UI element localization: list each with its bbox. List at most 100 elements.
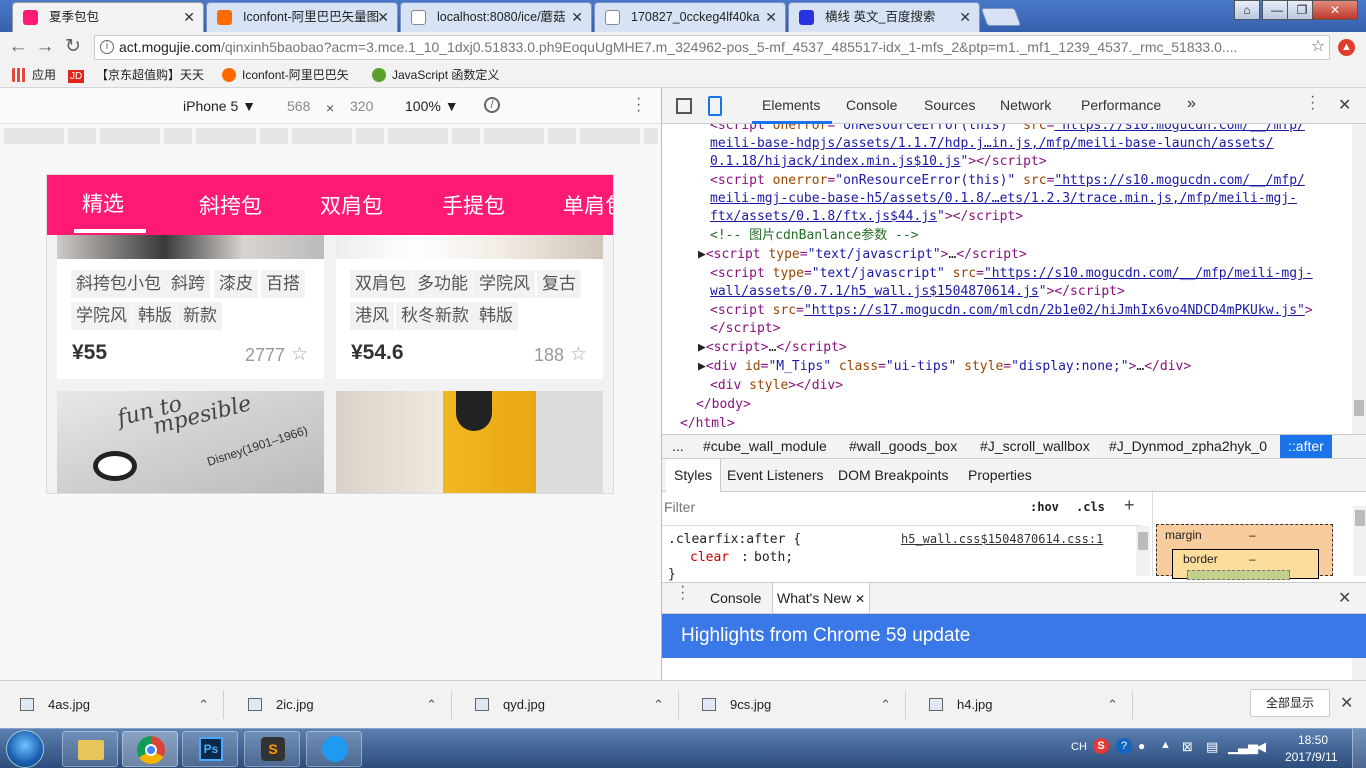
box-margin[interactable]: margin – border – xyxy=(1156,524,1333,580)
dom-line-collapsed[interactable]: ▶<div id="M_Tips" class="ui-tips" style=… xyxy=(698,357,1191,376)
device-width-input[interactable]: 568 xyxy=(287,98,310,114)
category-tab[interactable]: 单肩包 xyxy=(563,193,613,221)
device-toggle-icon[interactable] xyxy=(708,96,722,116)
close-window-button[interactable]: ✕ xyxy=(1312,0,1358,20)
photoshop-icon[interactable]: Ps xyxy=(182,731,238,767)
show-desktop-button[interactable] xyxy=(1352,729,1366,769)
devtools-menu-icon[interactable]: · · · xyxy=(1310,89,1315,117)
close-devtools-icon[interactable]: ✕ xyxy=(1338,95,1351,115)
breadcrumb-item[interactable]: #wall_goods_box xyxy=(849,438,957,454)
browser-tab[interactable]: localhost:8080/ice/蘑菇 ✕ xyxy=(400,2,592,32)
box-model-scrollbar[interactable] xyxy=(1353,506,1366,576)
chevron-up-icon[interactable]: ⌃ xyxy=(198,691,209,719)
tab-event-listeners[interactable]: Event Listeners xyxy=(727,467,824,483)
breadcrumb-item[interactable]: #cube_wall_module xyxy=(703,438,827,454)
clipboard-icon[interactable]: ▤ xyxy=(1206,739,1218,755)
breadcrumb-item-selected[interactable]: ::after xyxy=(1280,435,1332,458)
signal-icon[interactable]: ▁▃▅ xyxy=(1228,739,1258,755)
download-item[interactable]: 2ic.jpg ⌃ xyxy=(228,691,452,719)
download-item[interactable]: 9cs.jpg ⌃ xyxy=(682,691,906,719)
user-window-button[interactable]: ⌂ xyxy=(1234,0,1260,20)
close-tab-icon[interactable]: ✕ xyxy=(571,3,583,31)
dom-line[interactable]: <script onerror="onResourceError(this)" … xyxy=(710,171,1305,190)
rotate-icon[interactable]: / xyxy=(484,97,500,113)
chevron-up-icon[interactable]: ⌃ xyxy=(653,691,664,719)
bookmark-star-icon[interactable]: ☆ xyxy=(1306,36,1330,60)
media-query-bar[interactable] xyxy=(4,128,658,144)
file-explorer-icon[interactable] xyxy=(62,731,118,767)
product-image[interactable]: fun to mpesible Disney(1901–1966) xyxy=(57,391,324,493)
tab-dom-breakpoints[interactable]: DOM Breakpoints xyxy=(838,467,948,483)
zoom-select[interactable]: 100% ▼ xyxy=(405,98,459,114)
dom-line[interactable]: ftx/assets/0.1.8/ftx.js$44.js"></script> xyxy=(710,207,1023,226)
start-button[interactable] xyxy=(6,730,44,768)
reload-icon[interactable]: ↻ xyxy=(61,36,85,60)
more-tabs-icon[interactable]: » xyxy=(1187,95,1196,113)
drawer-tab-whats-new[interactable]: What's New ✕ xyxy=(772,583,871,613)
update-icon[interactable]: ▲ xyxy=(1338,39,1355,56)
show-all-downloads-button[interactable]: 全部显示 xyxy=(1250,689,1330,717)
close-tab-icon[interactable]: ✕ xyxy=(377,3,389,31)
breadcrumb-item[interactable]: #J_scroll_wallbox xyxy=(980,438,1090,454)
inspect-element-icon[interactable] xyxy=(676,98,692,114)
dom-line[interactable]: meili-base-hdpjs/assets/1.1.7/hdp.j…in.j… xyxy=(710,134,1274,153)
styles-scrollbar[interactable] xyxy=(1136,526,1150,576)
browser-tab[interactable]: Iconfont-阿里巴巴矢量图 ✕ xyxy=(206,2,398,32)
dom-line-collapsed[interactable]: ▶<script type="text/javascript">…</scrip… xyxy=(698,245,1027,264)
close-downloads-icon[interactable]: ✕ xyxy=(1340,693,1353,713)
browser-tab[interactable]: 横线 英文_百度搜索 ✕ xyxy=(788,2,980,32)
ime-indicator[interactable]: CH xyxy=(1071,741,1087,753)
device-select[interactable]: iPhone 5 ▼ xyxy=(183,98,256,114)
css-rule-selector[interactable]: .clearfix:after { xyxy=(668,532,801,547)
close-tab-icon[interactable]: ✕ xyxy=(959,3,971,31)
help-icon[interactable]: ? xyxy=(1116,738,1132,754)
css-source-link[interactable]: h5_wall.css$1504870614.css:1 xyxy=(901,532,1103,546)
breadcrumb-item[interactable]: ... xyxy=(672,438,684,454)
drawer-menu-icon[interactable]: · · · xyxy=(680,579,685,607)
download-item[interactable]: h4.jpg ⌃ xyxy=(909,691,1133,719)
chevron-up-icon[interactable]: ⌃ xyxy=(426,691,437,719)
tab-properties[interactable]: Properties xyxy=(968,467,1032,483)
category-tab[interactable]: 手提包 xyxy=(442,193,505,221)
elements-scrollbar[interactable] xyxy=(1352,124,1366,434)
dom-line[interactable]: <script src="https://s17.mogucdn.com/mlc… xyxy=(710,301,1313,320)
close-tab-icon[interactable]: ✕ xyxy=(765,3,777,31)
show-hidden-icons-icon[interactable]: ▲ xyxy=(1160,739,1171,751)
forward-icon[interactable]: → xyxy=(33,36,57,60)
dom-line[interactable]: meili-mgj-cube-base-h5/assets/0.1.8/…ets… xyxy=(710,189,1297,208)
device-height-input[interactable]: 320 xyxy=(350,98,373,114)
close-drawer-icon[interactable]: ✕ xyxy=(1338,588,1351,608)
chevron-up-icon[interactable]: ⌃ xyxy=(880,691,891,719)
tab-sources[interactable]: Sources xyxy=(924,97,975,113)
browser-tab[interactable]: 170827_0cckeg4lf40ka ✕ xyxy=(594,2,786,32)
dom-line[interactable]: </html> xyxy=(680,414,735,433)
scrollbar-thumb[interactable] xyxy=(1354,400,1364,416)
dom-comment[interactable]: <!-- 图片cdnBanlance参数 --> xyxy=(710,226,919,245)
javascript-bookmark[interactable]: JavaScript 函数定义 xyxy=(370,66,499,84)
elements-dom-tree[interactable]: <script onerror="onResourceError(this)" … xyxy=(662,124,1366,434)
apps-bookmark[interactable]: 应用 xyxy=(10,66,56,84)
dom-line[interactable]: </body> xyxy=(696,395,751,414)
product-card[interactable]: 斜挎包小包 斜跨 漆皮 百搭 学院风 韩版 新款 ¥55 2777 ☆ xyxy=(57,215,324,379)
sublime-text-icon[interactable]: S xyxy=(244,731,300,767)
hov-toggle[interactable]: :hov xyxy=(1030,500,1059,514)
download-item[interactable]: qyd.jpg ⌃ xyxy=(455,691,679,719)
star-icon[interactable]: ☆ xyxy=(570,343,587,366)
clock-time[interactable]: 18:50 xyxy=(1298,733,1328,747)
box-padding[interactable] xyxy=(1187,570,1290,580)
jd-chaozhigou-bookmark[interactable]: 【京东超值购】天天 xyxy=(74,66,204,84)
category-tab[interactable]: 双肩包 xyxy=(320,193,383,221)
tab-performance[interactable]: Performance xyxy=(1081,97,1161,113)
chrome-icon[interactable] xyxy=(122,731,178,767)
tab-network[interactable]: Network xyxy=(1000,97,1051,113)
volume-icon[interactable]: ◀ xyxy=(1256,739,1266,755)
network-disconnected-icon[interactable]: ⊠ xyxy=(1182,739,1193,755)
tab-elements[interactable]: Elements xyxy=(762,97,820,113)
box-border[interactable]: border – xyxy=(1172,549,1319,580)
chevron-up-icon[interactable]: ⌃ xyxy=(1107,691,1118,719)
tab-styles[interactable]: Styles xyxy=(666,459,722,492)
dom-line[interactable]: </script> xyxy=(710,319,780,338)
dom-line[interactable]: <div style></div> xyxy=(710,376,843,395)
scrollbar-thumb[interactable] xyxy=(1138,532,1148,550)
back-icon[interactable]: ← xyxy=(6,36,30,60)
